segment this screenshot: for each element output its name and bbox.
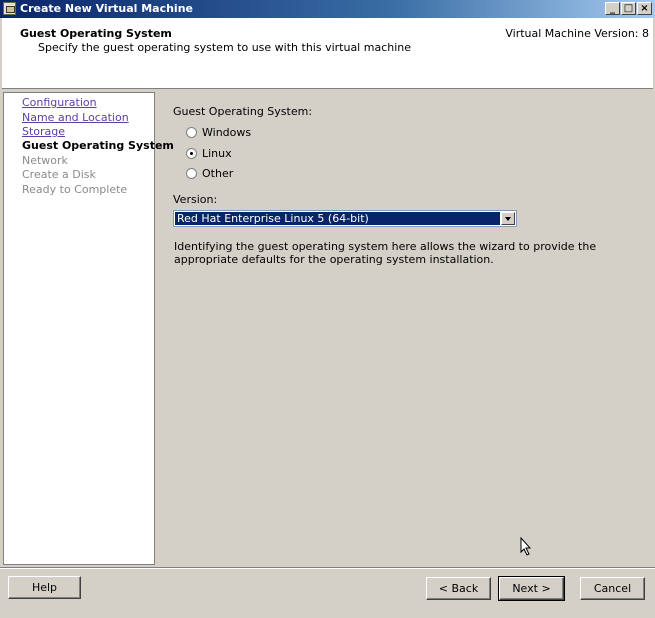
radio-label[interactable]: Windows [202, 126, 251, 139]
os-description: Identifying the guest operating system h… [174, 240, 597, 266]
wizard-steps: Configuration Name and Location Storage … [3, 92, 174, 565]
footer-divider [0, 567, 655, 569]
radio-button[interactable] [186, 127, 197, 138]
back-button[interactable]: < Back [426, 577, 491, 600]
step-configuration[interactable]: Configuration [22, 96, 97, 109]
page-title: Guest Operating System [20, 27, 172, 40]
vm-wizard-icon [3, 2, 16, 15]
version-label: Version: [173, 193, 218, 206]
radio-button[interactable] [186, 168, 197, 179]
step-name-and-location[interactable]: Name and Location [22, 111, 129, 124]
step-ready-to-complete: Ready to Complete [22, 183, 128, 196]
step-create-a-disk: Create a Disk [22, 168, 96, 181]
wizard-header: Guest Operating System Specify the guest… [2, 18, 653, 89]
close-button[interactable]: × [637, 2, 652, 15]
step-guest-operating-system: Guest Operating System [22, 139, 174, 152]
maximize-button[interactable]: □ [621, 2, 636, 15]
step-network: Network [22, 154, 68, 167]
vm-version-label: Virtual Machine Version: 8 [505, 27, 649, 40]
radio-label[interactable]: Linux [202, 147, 232, 160]
version-selected-value[interactable]: Red Hat Enterprise Linux 5 (64-bit) [175, 212, 500, 225]
title-bar: Create New Virtual Machine _ □ × [0, 0, 655, 18]
help-button[interactable]: Help [8, 576, 81, 599]
chevron-down-icon[interactable] [501, 212, 515, 225]
step-storage[interactable]: Storage [22, 125, 65, 138]
cancel-button[interactable]: Cancel [580, 577, 645, 600]
radio-button[interactable] [186, 148, 197, 159]
wizard-content: Guest Operating System: Windows Linux Ot… [160, 92, 652, 565]
guest-os-label: Guest Operating System: [173, 105, 313, 118]
version-select[interactable]: Red Hat Enterprise Linux 5 (64-bit) [173, 210, 517, 227]
radio-label[interactable]: Other [202, 167, 233, 180]
mouse-cursor-icon [520, 537, 532, 556]
window-title: Create New Virtual Machine [20, 2, 193, 15]
page-subtitle: Specify the guest operating system to us… [38, 41, 412, 54]
next-button[interactable]: Next > [498, 576, 565, 601]
minimize-button[interactable]: _ [605, 2, 620, 15]
